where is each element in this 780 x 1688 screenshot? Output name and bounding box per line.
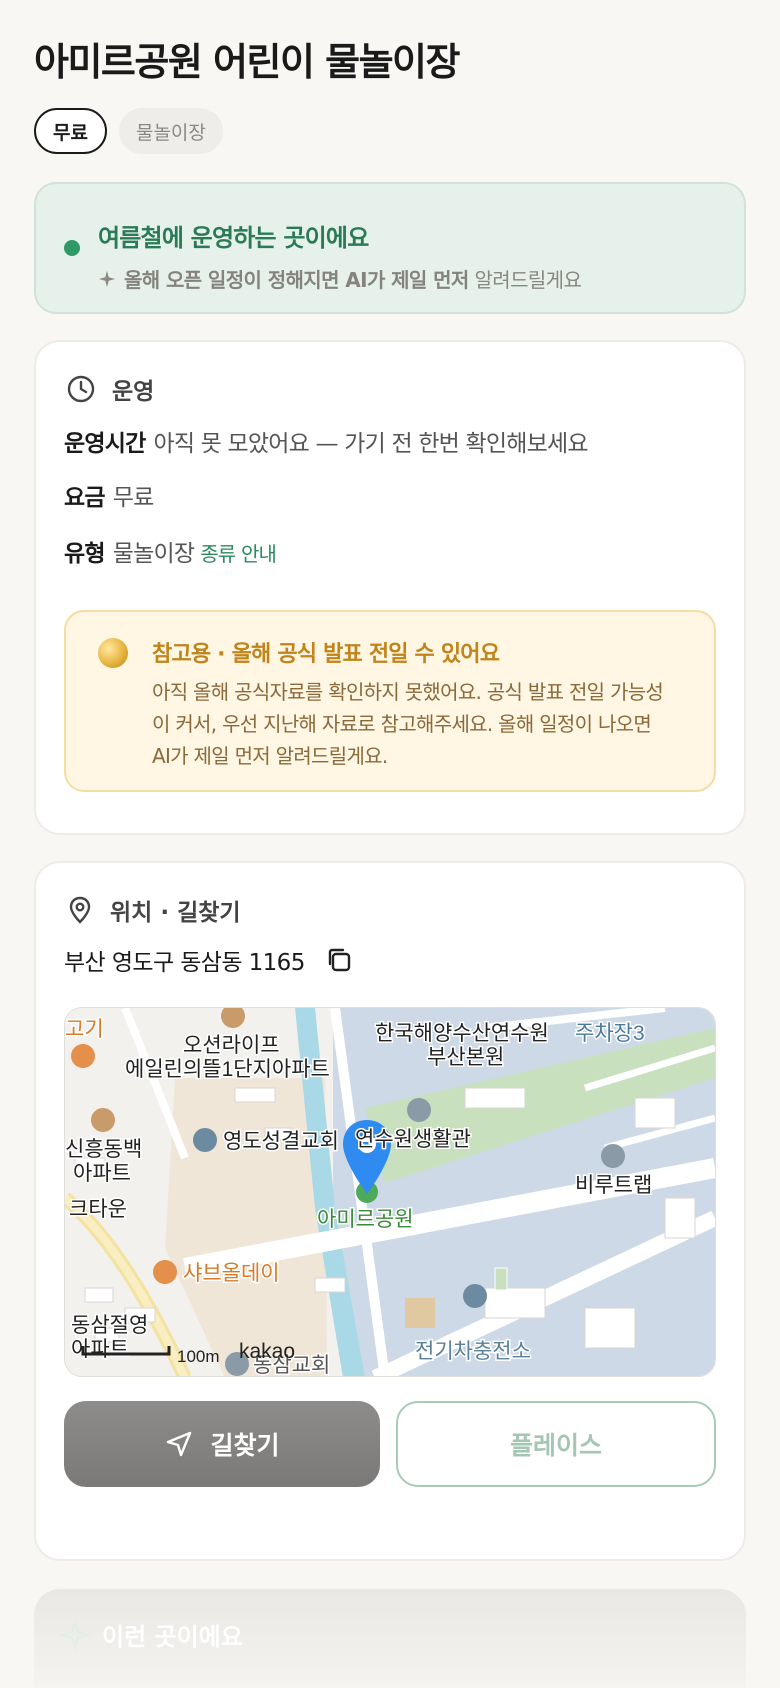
map-label-shinheung2: 아파트 xyxy=(73,1162,131,1185)
copy-icon[interactable] xyxy=(325,946,353,974)
address-text: 부산 영도구 동삼동 1165 xyxy=(64,950,305,976)
location-card: 위치 · 길찾기 부산 영도구 동삼동 1165 한국해양수산연수원 부산본원 … xyxy=(34,861,746,1561)
status-dot xyxy=(64,240,80,256)
type-key: 유형 xyxy=(64,541,106,567)
page-title: 아미르공원 어린이 물놀이장 xyxy=(34,40,460,84)
place-label: 플레이스 xyxy=(509,1431,602,1460)
about-card: 이런 곳이에요 xyxy=(34,1589,746,1688)
operation-card: 운영 운영시간 아직 못 모았어요 — 가기 전 한번 확인해보세요 요금 무료 유… xyxy=(34,340,746,835)
season-notice: 여름철에 운영하는 곳이에요 올해 오픈 일정이 정해지면 AI가 제일 먼저 … xyxy=(34,182,746,314)
sparkle-icon xyxy=(98,270,116,287)
location-header: 위치 · 길찾기 xyxy=(66,893,241,927)
map-label-ev: 전기차충전소 xyxy=(415,1340,531,1363)
type-row: 유형 물놀이장 종류 안내 xyxy=(64,534,277,568)
operation-title: 운영 xyxy=(112,379,155,405)
map-label-apt1: 에일린의뜰1단지아파트 xyxy=(125,1058,330,1081)
fee-value: 무료 xyxy=(112,485,155,511)
map-label-dongsam: 동삼절영 xyxy=(71,1314,148,1337)
tag-free[interactable]: 무료 xyxy=(34,108,107,154)
map-brand: kakao xyxy=(239,1340,295,1363)
address-row: 부산 영도구 동삼동 1165 xyxy=(64,943,353,977)
warning-headline: 참고용 · 올해 공식 발표 전일 수 있어요 xyxy=(152,642,500,667)
tag-waterpark[interactable]: 물놀이장 xyxy=(118,108,223,154)
hours-row: 운영시간 아직 못 모았어요 — 가기 전 한번 확인해보세요 xyxy=(64,424,589,458)
tag-list: 무료 물놀이장 xyxy=(34,108,746,154)
map-label-food-top: 고기 xyxy=(65,1018,104,1041)
coin-icon xyxy=(98,638,128,668)
reference-warning: 참고용 · 올해 공식 발표 전일 수 있어요 아직 올해 공식자료를 확인하지… xyxy=(64,610,716,792)
map-label-park: 아미르공원 xyxy=(317,1208,414,1231)
map-label-oceanlife: 오션라이프 xyxy=(183,1034,280,1057)
notice-headline: 여름철에 운영하는 곳이에요 xyxy=(98,224,369,252)
map-scale: 100m xyxy=(177,1347,220,1366)
map-label-shabu: 샤브올데이 xyxy=(183,1262,280,1285)
clock-icon xyxy=(67,375,95,403)
map-label-parking: 주차장3 xyxy=(575,1022,645,1045)
type-value: 물놀이장 xyxy=(112,541,195,567)
hours-value: 아직 못 모았어요 — 가기 전 한번 확인해보세요 xyxy=(153,431,588,457)
map-label-town: 크타운 xyxy=(69,1198,127,1221)
place-button[interactable]: 플레이스 xyxy=(396,1401,716,1487)
map-label-shinheung: 신흥동백 xyxy=(65,1138,142,1161)
map-label-church1: 영도성결교회 xyxy=(223,1130,339,1153)
directions-label: 길찾기 xyxy=(210,1431,280,1460)
type-info-link[interactable]: 종류 안내 xyxy=(200,542,277,566)
map-label-dongsam2: 아파트 xyxy=(71,1338,129,1361)
map-label-dorm: 연수원생활관 xyxy=(355,1128,471,1151)
location-buttons: 길찾기 플레이스 xyxy=(64,1401,716,1487)
hours-key: 운영시간 xyxy=(64,431,146,457)
warning-body: 아직 올해 공식자료를 확인하지 못했어요. 공식 발표 전일 가능성이 커서,… xyxy=(152,680,664,768)
notice-sub-rest: 알려드릴게요 xyxy=(474,268,582,292)
location-pin-icon xyxy=(69,896,91,924)
map-view[interactable]: 한국해양수산연수원 부산본원 주차장3 오션라이프 에일린의뜰1단지아파트 영도… xyxy=(64,1007,716,1377)
fee-key: 요금 xyxy=(64,485,106,511)
directions-button[interactable]: 길찾기 xyxy=(64,1401,380,1487)
page: 아미르공원 어린이 물놀이장 무료 물놀이장 여름철에 운영하는 곳이에요 올해… xyxy=(0,0,780,1688)
about-title: 이런 곳이에요 xyxy=(102,1623,243,1651)
sparkle-outline-icon xyxy=(60,1619,90,1650)
map-label-kiost: 한국해양수산연수원 xyxy=(375,1022,549,1045)
navigation-arrow-icon xyxy=(167,1431,192,1457)
about-header: 이런 곳이에요 xyxy=(60,1617,243,1652)
operation-header: 운영 xyxy=(66,372,154,406)
location-title: 위치 · 길찾기 xyxy=(110,900,241,926)
map-label-kiost2: 부산본원 xyxy=(427,1046,504,1069)
map-label-bistro: 비루트랩 xyxy=(575,1174,652,1197)
fee-row: 요금 무료 xyxy=(64,478,155,512)
notice-sub-bold: 올해 오픈 일정이 정해지면 AI가 제일 먼저 xyxy=(124,268,469,292)
notice-sub: 올해 오픈 일정이 정해지면 AI가 제일 먼저 알려드릴게요 xyxy=(98,264,582,293)
